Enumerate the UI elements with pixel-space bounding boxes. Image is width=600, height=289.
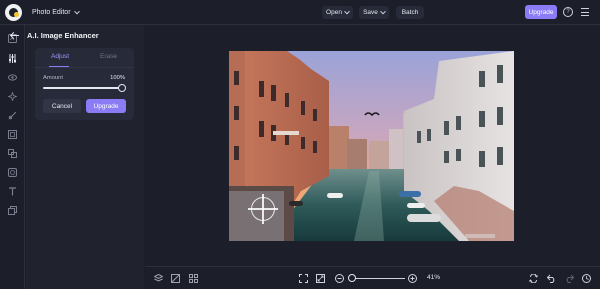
amount-slider[interactable] [43,84,126,92]
tab-adjust[interactable]: Adjust [48,53,70,67]
zoom-value: 41% [427,274,441,281]
chevron-down-icon [344,8,350,14]
upgrade-button[interactable]: Upgrade [525,5,557,19]
menu-icon[interactable] [581,8,589,16]
tab-divider [35,67,134,68]
amount-slider-handle[interactable] [118,84,126,92]
panel-header: A.I. Image Enhancer [10,31,99,40]
save-label: Save [363,9,378,16]
help-icon[interactable]: ? [563,7,573,17]
save-button[interactable]: Save [359,6,389,19]
actual-size-icon[interactable] [316,274,325,283]
enhancer-card: Adjust Erase Amount 100% Cancel Upgrade [35,48,134,120]
panel-upgrade-button[interactable]: Upgrade [86,99,126,113]
amount-value: 100% [110,75,125,81]
tab-erase[interactable]: Erase [100,53,117,60]
zoom-out-icon[interactable] [335,274,344,283]
transparency-icon[interactable] [171,274,180,283]
top-bar: Photo Editor Open Save Batch Upgrade ? [0,0,600,25]
app-name: Photo Editor [32,9,71,16]
batch-label: Batch [401,9,419,16]
adjust-icon[interactable] [8,54,17,63]
open-button[interactable]: Open [322,6,353,19]
tabs: Adjust Erase [35,53,134,67]
zoom-in-icon[interactable] [408,274,417,283]
redo-icon[interactable] [565,274,575,283]
brush-cursor [248,194,278,224]
zoom-slider-handle[interactable] [348,274,356,282]
amount-label: Amount [43,75,63,81]
bottom-toolbar: 41% [145,266,600,289]
effects-icon[interactable] [7,91,18,102]
photo[interactable] [229,51,514,241]
fit-screen-icon[interactable] [299,274,308,283]
textures-icon[interactable] [8,206,17,215]
grid-icon[interactable] [189,274,198,283]
panel-title: A.I. Image Enhancer [27,31,99,40]
app-switcher[interactable]: Photo Editor [27,6,84,19]
chevron-down-icon [73,8,80,14]
logo[interactable] [5,4,22,21]
undo-icon[interactable] [546,274,556,283]
open-label: Open [326,9,342,16]
tool-rail [0,25,25,289]
zoom-slider[interactable] [349,278,405,279]
touch-up-icon[interactable] [8,111,17,120]
cancel-button[interactable]: Cancel [43,99,81,113]
text-icon[interactable] [8,187,17,196]
chevron-down-icon [380,8,386,14]
layers-icon[interactable] [153,273,164,283]
compare-icon[interactable] [528,273,539,284]
graphics-icon[interactable] [8,168,17,177]
back-arrow-icon[interactable] [10,32,19,40]
frames-icon[interactable] [8,130,17,139]
history-icon[interactable] [582,274,591,283]
eye-icon[interactable] [8,73,17,82]
overlays-icon[interactable] [8,149,17,158]
batch-button[interactable]: Batch [396,6,424,19]
